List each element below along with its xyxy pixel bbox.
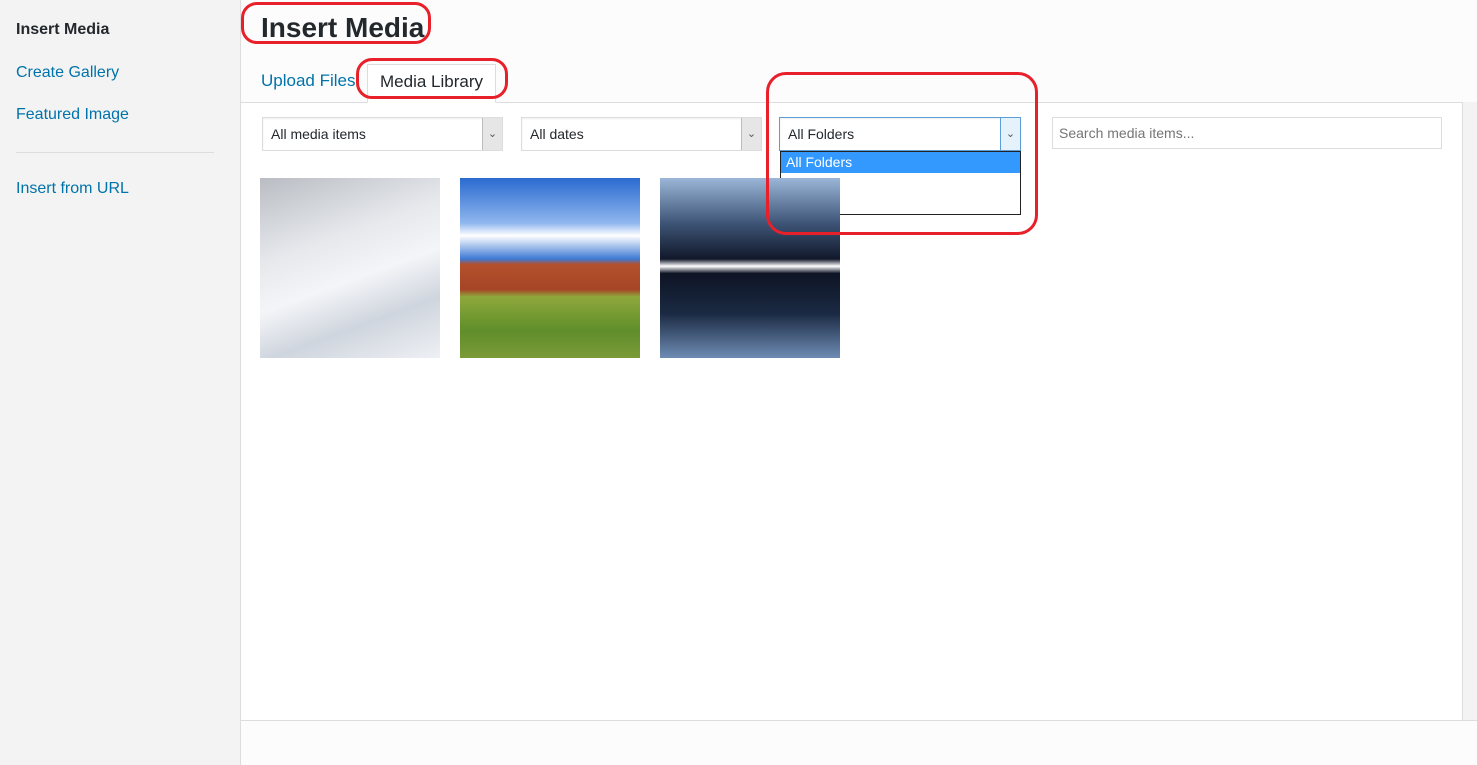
media-thumbnail[interactable] <box>460 178 640 358</box>
media-type-value: All media items <box>271 126 366 142</box>
chevron-down-icon: ⌄ <box>741 118 761 150</box>
date-select[interactable]: All dates ⌄ <box>521 117 762 151</box>
tab-upload-files[interactable]: Upload Files <box>249 64 368 102</box>
page-title: Insert Media <box>261 12 425 43</box>
media-thumbnail[interactable] <box>660 178 840 358</box>
chevron-down-icon: ⌄ <box>482 118 502 150</box>
sidebar-item-featured-image[interactable]: Featured Image <box>16 106 129 124</box>
folder-select[interactable]: All Folders ⌄ <box>779 117 1021 151</box>
tab-media-library[interactable]: Media Library <box>367 64 496 103</box>
modal-footer <box>241 720 1477 765</box>
media-thumbnail[interactable] <box>260 178 440 358</box>
sidebar-item-insert-media[interactable]: Insert Media <box>16 21 109 39</box>
folder-value: All Folders <box>788 126 855 142</box>
media-sidebar: Insert Media Create Gallery Featured Ima… <box>0 0 241 765</box>
sidebar-item-insert-from-url[interactable]: Insert from URL <box>16 180 129 198</box>
search-input[interactable] <box>1052 117 1442 149</box>
sidebar-item-create-gallery[interactable]: Create Gallery <box>16 64 119 82</box>
scrollbar[interactable] <box>1462 102 1477 720</box>
chevron-down-icon: ⌄ <box>1000 118 1020 150</box>
sidebar-divider <box>16 152 214 153</box>
folder-option[interactable]: All Folders <box>781 152 1020 173</box>
date-value: All dates <box>530 126 584 142</box>
media-type-select[interactable]: All media items ⌄ <box>262 117 503 151</box>
